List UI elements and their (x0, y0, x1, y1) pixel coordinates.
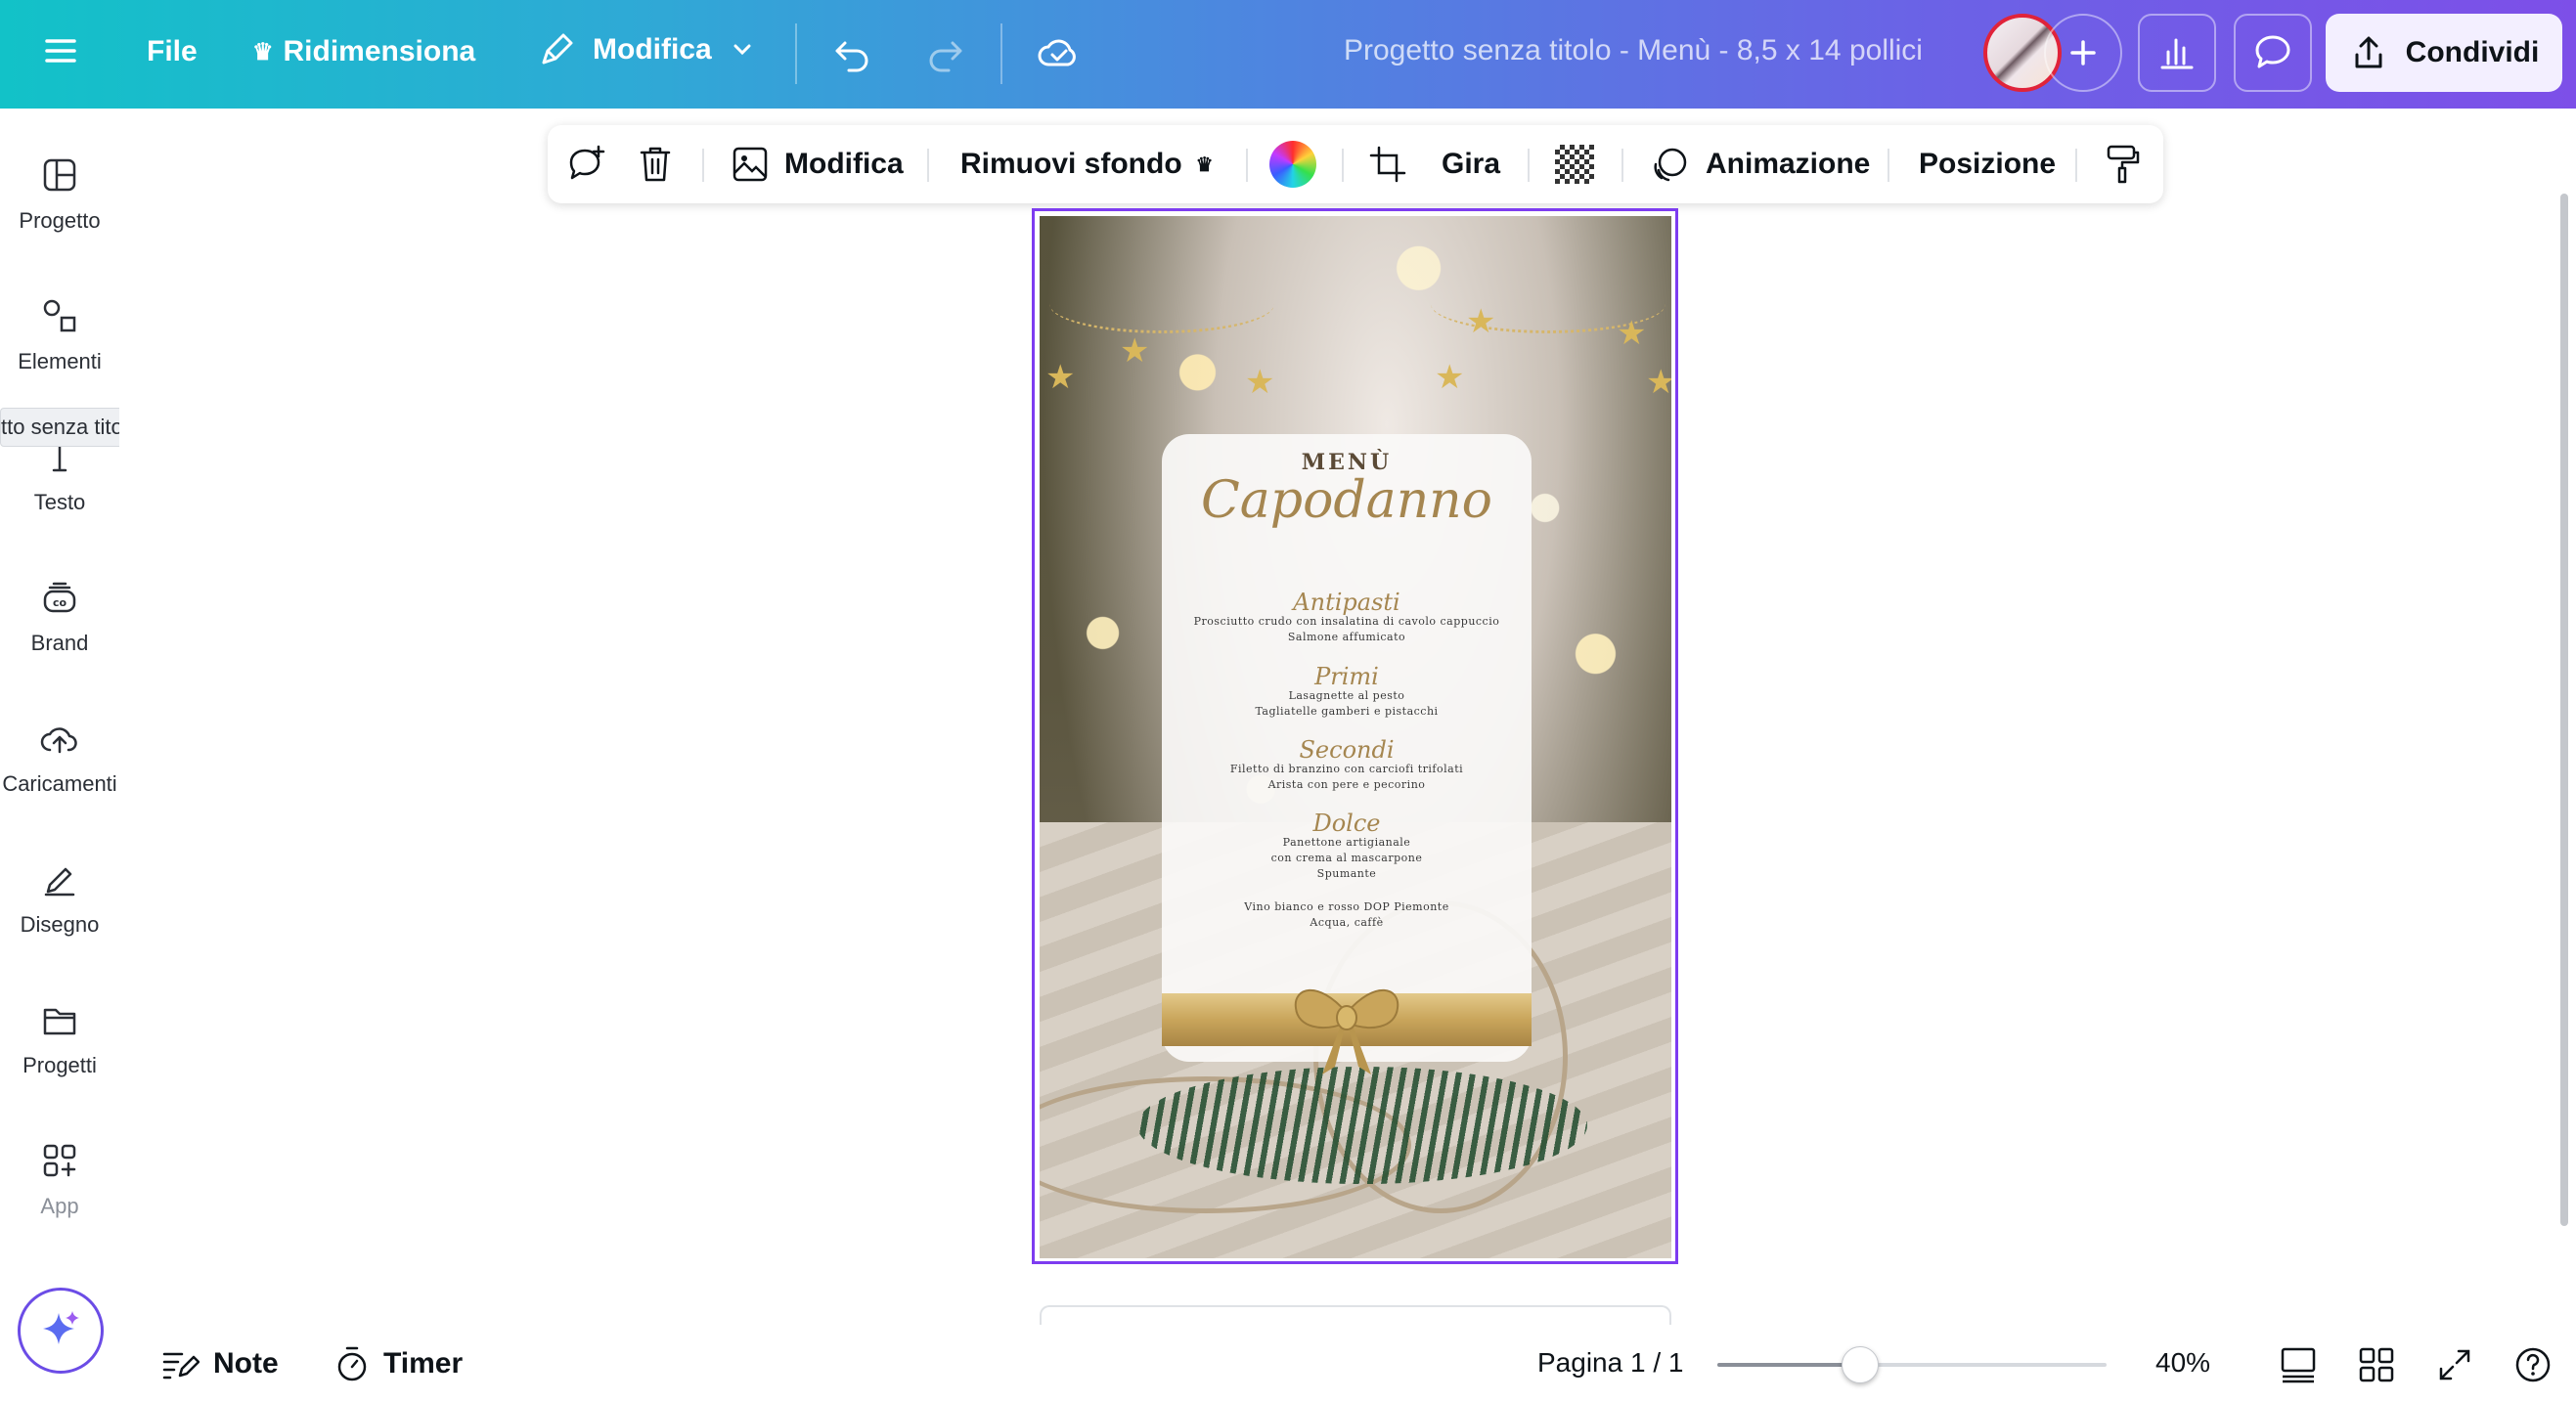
edit-mode-dropdown[interactable]: Modifica (536, 29, 757, 70)
color-picker[interactable] (1269, 125, 1316, 203)
insights-button[interactable] (2138, 14, 2216, 92)
page-indicator[interactable]: Pagina 1 / 1 (1537, 1347, 1683, 1379)
share-upload-icon (2355, 36, 2382, 68)
animation-icon (1654, 148, 1687, 182)
sidebar-item-text[interactable]: Testo (0, 437, 119, 515)
plus-icon (2070, 40, 2096, 66)
grid-view-icon[interactable] (2355, 1343, 2398, 1386)
apps-icon (43, 1144, 76, 1177)
notes-icon (162, 1352, 200, 1379)
left-sidebar: Progetto Elementi Testo co Brand Caricam… (0, 109, 417, 1402)
crown-icon: ♛ (252, 38, 274, 66)
animation-label: Animazione (1706, 148, 1871, 180)
folder-icon (43, 1008, 76, 1035)
transparency-icon[interactable] (1555, 125, 1594, 203)
crop-icon[interactable] (1367, 125, 1408, 203)
menu-hamburger-icon[interactable] (41, 31, 80, 70)
timer-label: Timer (383, 1346, 464, 1380)
pencil-icon (542, 33, 573, 65)
share-button[interactable]: Condividi (2326, 14, 2562, 92)
pen-icon (44, 867, 75, 897)
selection-frame (1032, 208, 1678, 1264)
add-page-placeholder[interactable] (1040, 1305, 1671, 1325)
timer-button[interactable]: Timer (334, 1325, 463, 1402)
edit-mode-label: Modifica (593, 33, 712, 66)
page-view-icon[interactable] (2277, 1343, 2320, 1386)
comments-button[interactable] (2234, 14, 2312, 92)
magic-assistant-button[interactable] (18, 1288, 104, 1374)
sidebar-item-projects[interactable]: Progetti (0, 1000, 119, 1078)
bar-chart-icon (2160, 38, 2194, 69)
sidebar-item-project[interactable]: Progetto (0, 155, 119, 234)
remove-background-button[interactable]: Rimuovi sfondo ♛ (960, 125, 1214, 203)
cloud-saved-icon[interactable] (1035, 31, 1082, 74)
timer-icon (337, 1346, 367, 1380)
top-bar: File ♛ Ridimensiona Modifica Progetto se… (0, 0, 2576, 109)
file-menu[interactable]: File (147, 35, 198, 68)
sidebar-item-label: Elementi (18, 349, 102, 373)
paint-format-icon[interactable] (2103, 125, 2142, 203)
sidebar-item-label: Progetti (22, 1053, 97, 1077)
sidebar-item-label: App (40, 1194, 79, 1218)
sidebar-item-elements[interactable]: Elementi (0, 296, 119, 374)
remove-bg-label: Rimuovi sfondo (960, 148, 1182, 180)
add-comment-icon[interactable] (565, 125, 608, 203)
crown-icon: ♛ (1195, 153, 1214, 176)
brand-icon: co (43, 582, 76, 613)
chevron-down-icon (733, 44, 751, 56)
svg-text:co: co (53, 596, 67, 609)
resize-button[interactable]: ♛ Ridimensiona (252, 35, 475, 68)
comment-icon (2255, 35, 2290, 68)
sidebar-item-label: Progetto (19, 208, 101, 233)
sidebar-item-brand[interactable]: co Brand (0, 578, 119, 656)
sidebar-item-label: Testo (33, 490, 86, 514)
shapes-icon (43, 299, 76, 332)
position-button[interactable]: Posizione (1919, 125, 2056, 203)
resize-label: Ridimensiona (283, 35, 476, 67)
sidebar-item-label: Caricamenti (2, 771, 117, 796)
color-wheel-icon (1269, 141, 1316, 188)
flip-button[interactable]: Gira (1442, 125, 1500, 203)
sparkle-icon (43, 1311, 79, 1344)
animate-button[interactable]: Animazione (1649, 125, 1870, 203)
document-title[interactable]: Progetto senza titolo - Menù - 8,5 x 14 … (1344, 34, 1923, 67)
notes-label: Note (213, 1346, 279, 1380)
cloud-upload-icon (40, 727, 77, 754)
undo-icon[interactable] (831, 31, 874, 74)
sidebar-item-uploads[interactable]: Caricamenti (0, 719, 119, 797)
notes-button[interactable]: Note (160, 1325, 279, 1402)
sidebar-item-draw[interactable]: Disegno (0, 859, 119, 938)
edit-image-button[interactable]: Modifica (730, 125, 904, 203)
context-toolbar: Modifica Rimuovi sfondo ♛ Gira Animazion… (548, 125, 2163, 203)
delete-icon[interactable] (636, 125, 675, 203)
edit-image-label: Modifica (784, 148, 904, 180)
redo-icon[interactable] (923, 31, 966, 74)
vertical-scrollbar[interactable] (2560, 194, 2568, 1226)
sidebar-item-label: Disegno (20, 912, 100, 937)
layout-icon (43, 158, 76, 192)
zoom-percentage[interactable]: 40% (2155, 1347, 2210, 1379)
edit-image-icon (733, 147, 768, 182)
add-collaborator-button[interactable] (2044, 14, 2122, 92)
zoom-slider-fill (1717, 1363, 1861, 1367)
sidebar-item-apps[interactable]: App (0, 1141, 119, 1219)
share-label: Condividi (2405, 36, 2540, 68)
help-icon[interactable] (2511, 1343, 2554, 1386)
zoom-slider-track[interactable] (1717, 1363, 2107, 1367)
fullscreen-icon[interactable] (2433, 1343, 2476, 1386)
sidebar-item-label: Brand (30, 631, 89, 655)
